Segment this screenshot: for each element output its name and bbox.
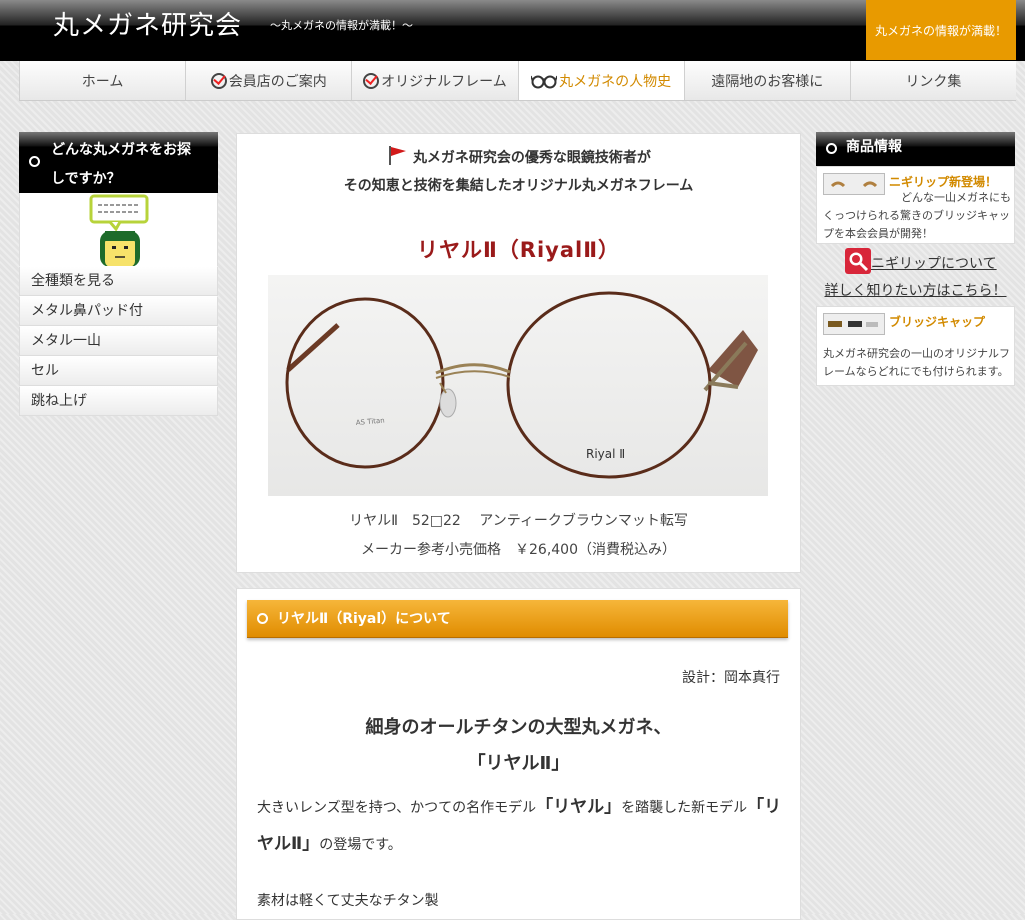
glasses-icon <box>531 75 558 88</box>
para1-c: を踏襲した新モデル <box>621 800 748 816</box>
main-nav: ホーム 会員店のご案内 オリジナルフレーム 丸メガネの人物史 遠隔地のお客様に … <box>19 61 1016 101</box>
para1-e: の登場です。 <box>319 837 402 853</box>
nav-home-label: ホーム <box>81 73 124 90</box>
bullet-icon <box>826 143 837 154</box>
nigirip-link[interactable]: ニギリップについて <box>871 253 997 273</box>
left-sidebar-heading: どんな丸メガネをお探 しですか？ <box>19 132 218 193</box>
nav-history-label: 丸メガネの人物史 <box>559 73 672 90</box>
bridge-cap-image <box>828 321 878 327</box>
site-tagline: ～丸メガネの情報が満載！～ <box>270 19 413 32</box>
headline-line2: 「リヤルⅡ」 <box>467 753 570 774</box>
section-title-bar: リヤルⅡ（Riyal）について <box>247 600 788 638</box>
photo-label: Riyal Ⅱ <box>586 447 625 461</box>
intro-line1: 丸メガネ研究会の優秀な眼鏡技術者が <box>412 150 651 166</box>
nav-remote-customers-label: 遠隔地のお客様に <box>711 73 824 90</box>
magnifier-icon <box>845 248 871 274</box>
para1-b: 「リヤル」 <box>536 797 622 817</box>
bridge-cap-text: 丸メガネ研究会の一山のオリジナルフレームならどれにでも付けられます。 <box>823 347 1010 378</box>
left-sidebar: どんな丸メガネをお探 しですか？ 全種類を見る メタル鼻パッド付 メタル一山 セ… <box>19 132 218 416</box>
right-heading-label: 商品情報 <box>846 139 902 155</box>
left-item-metal-pad[interactable]: メタル鼻パッド付 <box>19 296 218 326</box>
check-icon <box>363 72 380 89</box>
left-heading-line1: どんな丸メガネをお探 <box>51 142 191 158</box>
site-header: 丸メガネ研究会 ～丸メガネの情報が満載！～ 丸メガネの情報が満載！ <box>0 0 1025 61</box>
product-info-bridge-cap[interactable]: ブリッジキャップ 丸メガネ研究会の一山のオリジナルフレームならどれにでも付けられ… <box>816 306 1015 386</box>
headline-line1: 細身のオールチタンの大型丸メガネ、 <box>365 717 672 738</box>
left-item-all[interactable]: 全種類を見る <box>19 266 218 296</box>
flag-icon <box>389 146 407 165</box>
description-card: リヤルⅡ（Riyal）について 設計：岡本真行 細身のオールチタンの大型丸メガネ… <box>236 588 801 920</box>
bullet-icon <box>257 613 268 624</box>
spec-line1: リヤルⅡ 52□22 アンティークブラウンマット転写 <box>349 513 688 529</box>
nav-member-stores[interactable]: 会員店のご案内 <box>185 61 351 100</box>
product-info-nigirip[interactable]: ニギリップ新登場！ どんな一山メガネにもくっつけられる驚きのブリッジキャップを本… <box>816 166 1015 244</box>
header-badge: 丸メガネの情報が満載！ <box>866 0 1016 60</box>
section-title: リヤルⅡ（Riyal）について <box>277 611 451 627</box>
nav-member-stores-label: 会員店のご案内 <box>228 73 327 90</box>
left-item-flip-up[interactable]: 跳ね上げ <box>19 386 218 416</box>
nigirip-links: ニギリップについて 詳しく知りたい方はこちら！ <box>816 244 1015 306</box>
nav-original-frames[interactable]: オリジナルフレーム <box>351 61 517 100</box>
nav-remote-customers[interactable]: 遠隔地のお客様に <box>683 61 850 100</box>
bullet-icon <box>29 156 40 167</box>
left-item-metal-ichiyama[interactable]: メタル一山 <box>19 326 218 356</box>
right-sidebar: 商品情報 ニギリップ新登場！ どんな一山メガネにもくっつけられる驚きのブリッジキ… <box>816 132 1015 386</box>
nigirip-title[interactable]: ニギリップ新登場！ <box>889 173 997 190</box>
details-link[interactable]: 詳しく知りたい方はこちら！ <box>816 280 1015 300</box>
site-title[interactable]: 丸メガネ研究会 <box>53 5 242 42</box>
product-photo[interactable]: Riyal Ⅱ AS Titan <box>268 275 768 496</box>
character-illustration <box>19 193 218 267</box>
thinking-person-icon <box>89 194 149 267</box>
price-line: メーカー参考小売価格 ￥26,400（消費税込み） <box>361 542 676 558</box>
nav-history[interactable]: 丸メガネの人物史 <box>517 61 684 100</box>
para1-a: 大きいレンズ型を持つ、かつての名作モデル <box>257 800 537 816</box>
left-item-cell[interactable]: セル <box>19 356 218 386</box>
nav-home[interactable]: ホーム <box>19 61 185 100</box>
product-card: 丸メガネ研究会の優秀な眼鏡技術者が その知恵と技術を集結したオリジナル丸メガネフ… <box>236 133 801 573</box>
description-paragraph: 大きいレンズ型を持つ、かつての名作モデル「リヤル」を踏襲した新モデル「リヤルⅡ」… <box>257 789 782 863</box>
round-glasses-image: Riyal Ⅱ AS Titan <box>268 275 768 496</box>
intro-line2: その知恵と技術を集結したオリジナル丸メガネフレーム <box>343 178 694 194</box>
left-heading-line2: しですか？ <box>51 171 121 187</box>
nigirip-text: どんな一山メガネにもくっつけられる驚きのブリッジキャップを本会会員が開発！ <box>823 191 1011 240</box>
bridge-cap-thumbnail <box>823 313 885 335</box>
designer-credit: 設計：岡本真行 <box>682 670 780 686</box>
nav-original-frames-label: オリジナルフレーム <box>381 73 507 90</box>
right-sidebar-heading: 商品情報 <box>816 132 1015 166</box>
product-title: リヤルⅡ（RiyalⅡ） <box>416 238 621 262</box>
check-icon <box>210 72 227 89</box>
intro-text: 丸メガネ研究会の優秀な眼鏡技術者が その知恵と技術を集結したオリジナル丸メガネフ… <box>237 144 800 200</box>
nav-links-label: リンク集 <box>905 73 962 90</box>
bridge-cap-title[interactable]: ブリッジキャップ <box>889 313 985 330</box>
nav-links[interactable]: リンク集 <box>849 61 1016 100</box>
